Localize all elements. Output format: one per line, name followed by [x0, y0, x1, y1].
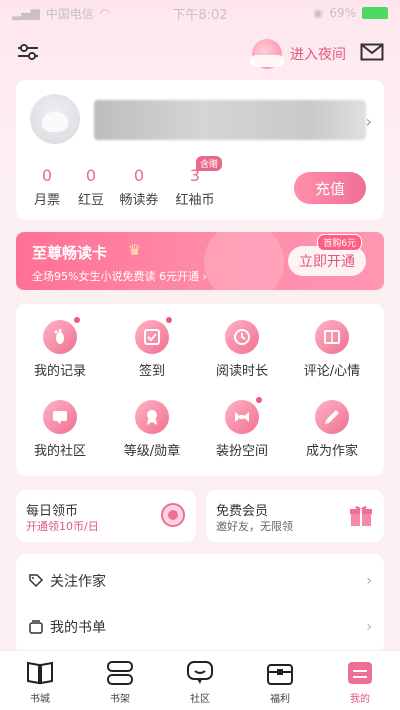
- daily-coins-card[interactable]: 每日领币 开通领10币/日: [16, 490, 196, 542]
- tab-label: 书架: [110, 694, 130, 705]
- profile-icon: [348, 662, 372, 684]
- stat-value: 0: [85, 166, 97, 185]
- grid-item-community[interactable]: 我的社区: [20, 400, 100, 459]
- list-label: 我的书单: [50, 620, 106, 636]
- settings-sliders-icon[interactable]: [16, 42, 40, 66]
- community-icon: [43, 400, 77, 434]
- night-mode-label: 进入夜间: [290, 47, 346, 63]
- grid-item-dressup[interactable]: 装扮空间: [202, 397, 282, 459]
- gift-badge: 含赠: [196, 156, 223, 171]
- booklist-icon: [29, 620, 43, 634]
- grid-label: 等级/勋章: [123, 444, 181, 459]
- grid-label: 我的记录: [33, 364, 86, 379]
- stat-hongxiu-coin[interactable]: 3 红袖币: [170, 166, 220, 208]
- vip-subtitle: 全场95%女生小说免费读 6元开通 ›: [32, 270, 207, 283]
- crown-icon: ♛: [128, 241, 142, 259]
- grid-item-become-writer[interactable]: 成为作家: [292, 400, 372, 459]
- list-label: 关注作家: [50, 574, 106, 590]
- grid-item-checkin[interactable]: 签到: [112, 317, 192, 379]
- grid-label: 我的社区: [33, 444, 86, 459]
- tab-bookshelf[interactable]: 书架: [80, 651, 160, 710]
- grid-label: 阅读时长: [215, 364, 268, 379]
- settings-list: 关注作家 › 我的书单 ›: [16, 554, 384, 654]
- grid-label: 装扮空间: [215, 444, 268, 459]
- tag-icon: [29, 574, 44, 588]
- bowtie-icon: [225, 397, 262, 434]
- grid-label: 成为作家: [305, 444, 358, 459]
- free-member-card[interactable]: 免费会员 邀好友，无限领: [206, 490, 384, 542]
- book-open-icon: [27, 661, 53, 685]
- stat-value: 0: [41, 166, 53, 185]
- clock-icon: [225, 320, 259, 354]
- tab-community[interactable]: 社区: [160, 651, 240, 710]
- username-blurred: [94, 100, 366, 140]
- tab-welfare[interactable]: 福利: [240, 651, 320, 710]
- chevron-right-icon: ›: [366, 619, 372, 635]
- tab-label: 福利: [270, 694, 290, 705]
- stat-label: 月票: [33, 193, 60, 208]
- top-bar: 进入夜间: [0, 36, 400, 72]
- profile-card: › 0 月票 0 红豆 0 畅读券 3 红袖币 含赠 充值: [16, 80, 384, 220]
- night-mode-toggle[interactable]: 进入夜间: [250, 39, 346, 69]
- price-badge: 首购6元: [317, 234, 362, 251]
- stat-label: 红袖币: [175, 193, 215, 208]
- mail-icon[interactable]: [360, 43, 384, 65]
- grid-item-level[interactable]: 等级/勋章: [112, 400, 192, 459]
- stat-monthly-ticket[interactable]: 0 月票: [22, 166, 72, 208]
- stat-red-bean[interactable]: 0 红豆: [66, 166, 116, 208]
- chat-icon: [187, 661, 213, 684]
- vip-title: 至尊畅读卡: [32, 244, 108, 262]
- pen-icon: [315, 400, 349, 434]
- tab-label: 社区: [190, 694, 210, 705]
- bottom-tab-bar: 书城 书架 社区 福利 我的: [0, 650, 400, 710]
- notification-dot: [166, 317, 172, 323]
- free-member-title: 免费会员: [216, 504, 269, 519]
- tab-label: 书城: [30, 694, 50, 705]
- vip-banner[interactable]: 至尊畅读卡 ♛ 全场95%女生小说免费读 6元开通 › 立即开通 首购6元: [16, 232, 384, 290]
- tab-mine[interactable]: 我的: [320, 651, 400, 710]
- coin-icon: [161, 503, 185, 527]
- grid-item-comments[interactable]: 评论/心情: [292, 320, 372, 379]
- feature-grid: 我的记录 签到 阅读时长 评论/心情 我的社区 等级/勋章 装扮空间 成为作家: [16, 304, 384, 476]
- bookshelf-icon: [107, 661, 133, 685]
- chevron-right-icon: ›: [366, 573, 372, 589]
- daily-coins-title: 每日领币: [26, 504, 79, 519]
- stat-label: 红豆: [77, 193, 104, 208]
- stat-label: 畅读券: [119, 193, 159, 208]
- status-time: 下午8:02: [172, 7, 228, 23]
- status-bar: ▂▄▆ 中国电信 ◠ 下午8:02 ◉ 69%: [0, 0, 400, 26]
- tab-bookstore[interactable]: 书城: [0, 651, 80, 710]
- list-item-follow-authors[interactable]: 关注作家 ›: [16, 558, 384, 604]
- tab-label: 我的: [350, 694, 370, 705]
- free-member-subtitle: 邀好友，无限领: [216, 520, 293, 533]
- stat-value: 0: [133, 166, 145, 185]
- banner-decoration: [204, 232, 284, 290]
- avatar[interactable]: [30, 94, 80, 144]
- grid-label: 评论/心情: [303, 364, 361, 379]
- night-moon-icon: [250, 39, 284, 69]
- notification-dot: [256, 397, 262, 403]
- checkin-icon: [135, 317, 172, 354]
- grid-item-reading-time[interactable]: 阅读时长: [202, 320, 282, 379]
- grid-label: 签到: [138, 364, 165, 379]
- notification-dot: [74, 317, 80, 323]
- gift-icon: [350, 506, 372, 526]
- stat-reading-voucher[interactable]: 0 畅读券: [114, 166, 164, 208]
- medal-icon: [135, 400, 169, 434]
- gift-box-icon: [267, 664, 293, 685]
- footprint-icon: [43, 317, 80, 354]
- daily-coins-subtitle: 开通领10币/日: [26, 520, 99, 533]
- list-item-my-booklist[interactable]: 我的书单 ›: [16, 604, 384, 650]
- comment-icon: [315, 320, 349, 354]
- grid-item-records[interactable]: 我的记录: [20, 317, 100, 379]
- recharge-button[interactable]: 充值: [294, 172, 366, 204]
- chevron-right-icon[interactable]: ›: [366, 112, 372, 131]
